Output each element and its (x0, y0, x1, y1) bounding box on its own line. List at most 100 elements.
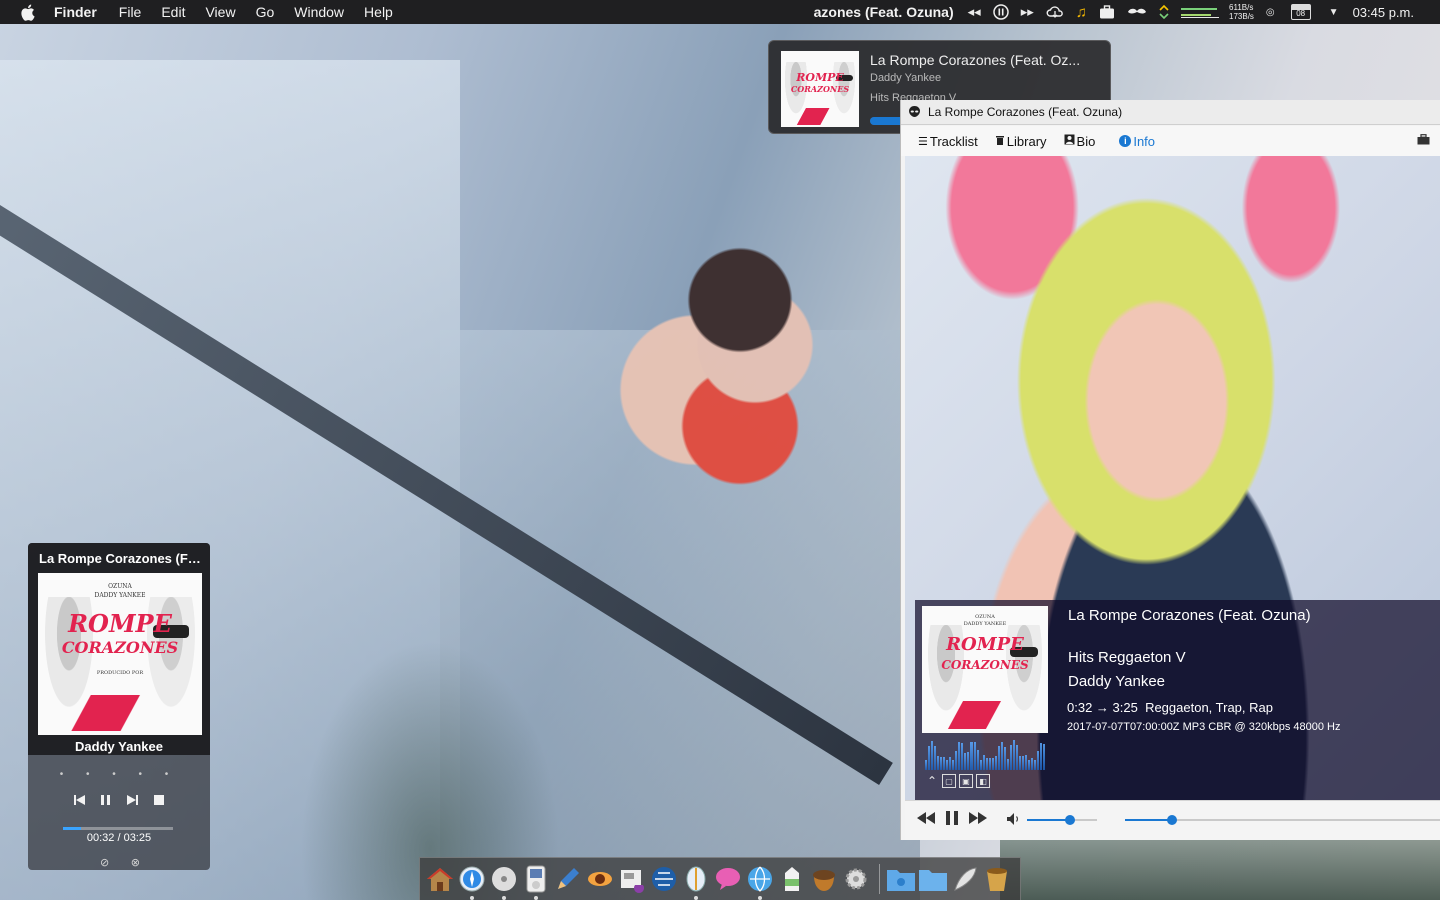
network-globe-icon[interactable] (745, 864, 775, 900)
rewind-icon[interactable] (917, 811, 935, 829)
rewind-icon[interactable]: ◂◂ (968, 4, 981, 20)
visualizer-bar (985, 757, 988, 770)
track-artist: Daddy Yankee (1068, 673, 1166, 690)
home-icon[interactable] (425, 864, 455, 894)
visualizer-bar (928, 746, 931, 770)
visualizer-bar (1012, 739, 1015, 770)
calendar-icon[interactable]: 08 (1290, 4, 1311, 20)
safari-icon[interactable] (457, 864, 487, 900)
visualizer-bar (931, 740, 934, 770)
menu-help[interactable]: Help (364, 4, 393, 20)
tab-tracklist[interactable]: ☰ Tracklist (918, 134, 978, 149)
track-time: 0:32 → 3:25 (1067, 700, 1138, 715)
next-icon[interactable] (126, 794, 138, 808)
music-note-icon[interactable]: ♫ (1076, 4, 1087, 21)
visualizer-bar (1025, 755, 1028, 770)
acorn-icon[interactable] (809, 864, 839, 894)
visualizer-bar (1015, 745, 1018, 770)
visualizer-bar (946, 759, 949, 770)
player-titlebar[interactable]: La Rompe Corazones (Feat. Ozuna) (901, 100, 1440, 125)
widget-controls (74, 794, 164, 808)
track-album: Hits Reggaeton V (1068, 649, 1186, 666)
visualizer-bar (988, 758, 991, 770)
pencil-icon[interactable] (553, 864, 583, 894)
player-controls (905, 800, 1440, 840)
track-time-genres: 0:32 → 3:25 Reggaeton, Trap, Rap (1067, 700, 1273, 715)
visualizer-bar (1031, 757, 1034, 770)
news-icon[interactable] (617, 864, 647, 894)
pause-icon[interactable] (992, 4, 1009, 20)
stop-icon[interactable] (153, 794, 164, 808)
visualizer-bar (973, 741, 976, 770)
tab-info[interactable]: i Info (1119, 134, 1155, 149)
briefcase-icon[interactable] (1099, 5, 1115, 19)
player-window: La Rompe Corazones (Feat. Ozuna) ☰ Track… (900, 100, 1440, 840)
crop-icon[interactable]: ▢ (942, 774, 956, 788)
chevron-up-icon[interactable]: ⌃ (925, 774, 939, 788)
widget-progress[interactable] (63, 827, 173, 830)
pause-icon[interactable] (101, 794, 111, 808)
visualizer-bar (1009, 745, 1012, 770)
lyrics-icon[interactable]: ◧ (976, 774, 990, 788)
player-window-title: La Rompe Corazones (Feat. Ozuna) (928, 105, 1123, 119)
visualizer-bar (979, 760, 982, 770)
visualizer-bar (943, 756, 946, 770)
visualizer-bar (1043, 743, 1046, 770)
cloud-icon[interactable] (1046, 5, 1064, 19)
mail-icon[interactable] (681, 864, 711, 900)
menu-edit[interactable]: Edit (161, 4, 185, 20)
menu-go[interactable]: Go (256, 4, 275, 20)
folder-icon[interactable] (886, 864, 916, 894)
visualizer-bar (952, 760, 955, 770)
volume-slider[interactable] (1027, 815, 1097, 825)
track-meta: 2017-07-07T07:00:00Z MP3 CBR @ 320kbps 4… (1067, 721, 1341, 733)
globe-icon[interactable] (649, 864, 679, 894)
menu-window[interactable]: Window (294, 4, 344, 20)
cover-small-top: OZUNA (975, 613, 995, 620)
mustache-icon[interactable] (1127, 7, 1147, 17)
menu-app-name[interactable]: Finder (54, 4, 97, 20)
calendar-day: 08 (1296, 9, 1306, 18)
network-stats: 611B/s 173B/s (1229, 3, 1254, 21)
menu-extras: azones (Feat. Ozuna) ◂◂ ▸▸ ♫ 611B/s 173B… (814, 0, 1440, 24)
dvd-icon[interactable] (489, 864, 519, 900)
tab-library[interactable]: Library (995, 134, 1047, 149)
previous-icon[interactable] (74, 794, 85, 808)
feather-icon[interactable] (950, 864, 980, 894)
gear-icon[interactable]: ◎ (1266, 7, 1275, 18)
chevron-down-icon[interactable]: ▼ (1329, 7, 1339, 18)
volume-icon[interactable] (1007, 812, 1021, 830)
mini-player-widget[interactable]: La Rompe Corazones (Fe... OZUNA DADDY YA… (28, 543, 210, 870)
close-icon[interactable]: ⊗ (131, 856, 140, 869)
save-image-icon[interactable]: ▣ (959, 774, 973, 788)
menu-file[interactable]: File (119, 4, 142, 20)
network-icon[interactable] (1159, 4, 1169, 20)
visualizer-bar (937, 755, 940, 770)
menu-view[interactable]: View (205, 4, 235, 20)
ipod-icon[interactable] (521, 864, 551, 900)
apple-icon[interactable] (18, 3, 36, 21)
pause-icon[interactable] (946, 811, 958, 830)
visualizer-bar (1000, 741, 1003, 770)
visualizer-bar (1040, 743, 1043, 770)
visualizer-bar (1006, 759, 1009, 770)
check-icon[interactable]: ⊘ (100, 856, 109, 869)
tab-bio[interactable]: Bio (1064, 134, 1095, 149)
seek-slider[interactable] (1125, 815, 1440, 825)
player-tabs: ☰ Tracklist Library Bio i Info (901, 126, 1440, 156)
bucket-icon[interactable] (982, 864, 1012, 894)
forward-icon[interactable]: ▸▸ (1021, 4, 1034, 20)
settings-icon[interactable] (841, 864, 871, 894)
briefcase-icon[interactable] (1417, 134, 1430, 148)
wallpaper-glass (440, 330, 920, 900)
cover-small-top: OZUNA (108, 582, 132, 590)
now-playing-title[interactable]: azones (Feat. Ozuna) (814, 4, 954, 20)
folder-icon[interactable] (918, 864, 948, 894)
dock (419, 857, 1021, 900)
chat-icon[interactable] (713, 864, 743, 894)
eye-icon[interactable] (585, 864, 615, 894)
menu-clock[interactable]: 03:45 p.m. (1353, 5, 1414, 20)
forward-icon[interactable] (969, 811, 987, 829)
milk-icon[interactable] (777, 864, 807, 894)
visualizer-bar (982, 755, 985, 770)
